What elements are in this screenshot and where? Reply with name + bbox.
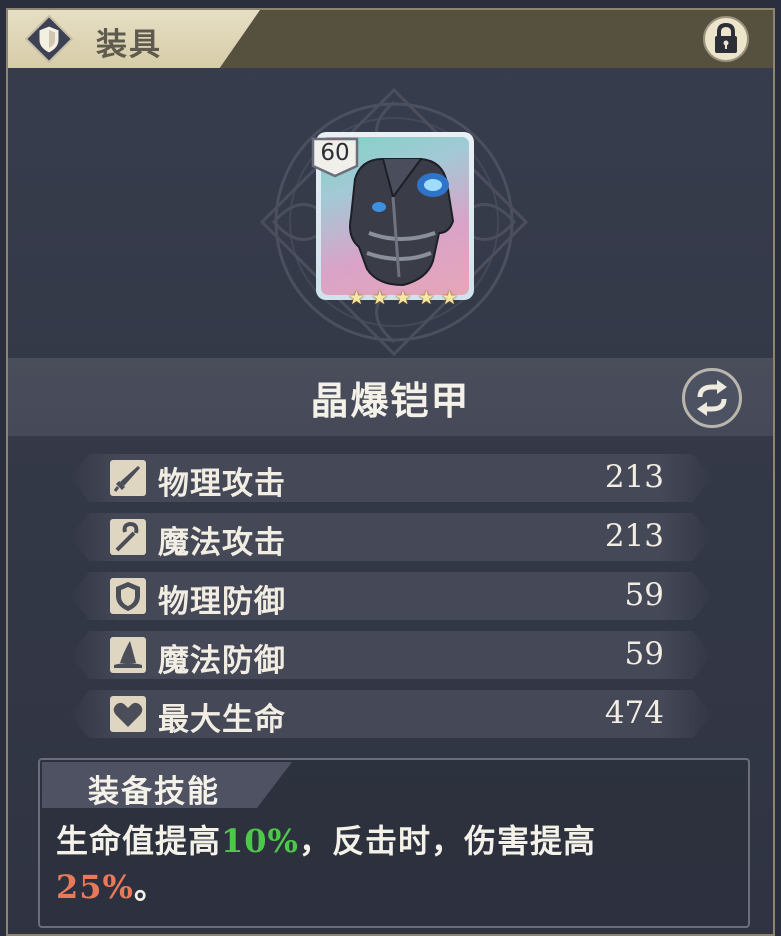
lock-button[interactable] xyxy=(703,16,749,62)
stat-value: 474 xyxy=(604,695,664,731)
stat-label: 魔法攻击 xyxy=(158,525,286,561)
stat-label: 最大生命 xyxy=(158,702,286,738)
stat-value: 59 xyxy=(624,636,664,672)
star-icon: ★ xyxy=(417,287,435,309)
swap-arrows-icon xyxy=(697,380,727,416)
shield-icon xyxy=(24,14,74,64)
staff-icon xyxy=(110,519,146,555)
star-icon: ★ xyxy=(394,287,412,309)
wizard-hat-icon xyxy=(110,637,146,673)
stat-row-magic-attack: 魔法攻击 213 xyxy=(70,513,712,561)
shield-icon xyxy=(110,578,146,614)
equipment-panel: 装具 60 ★ ★ ★ ★ ★ 晶爆铠甲 物理攻击 213 魔法攻击 213 物… xyxy=(6,8,775,936)
skill-damage-bonus: 25% xyxy=(56,868,134,906)
skill-title: 装备技能 xyxy=(88,774,220,810)
lock-icon xyxy=(715,22,737,53)
skill-description: 生命值提高10%，反击时，伤害提高 25%。 xyxy=(56,818,736,910)
stat-label: 物理攻击 xyxy=(158,466,286,502)
skill-desc-text: 生命值提高 xyxy=(56,822,222,860)
item-name: 晶爆铠甲 xyxy=(310,378,471,423)
item-name-bar: 晶爆铠甲 xyxy=(8,358,773,436)
star-icon: ★ xyxy=(348,287,366,309)
stat-row-physical-defense: 物理防御 59 xyxy=(70,572,712,620)
stat-label: 物理防御 xyxy=(158,584,286,620)
stat-value: 213 xyxy=(604,459,664,495)
star-rating: ★ ★ ★ ★ ★ xyxy=(348,287,458,309)
heart-icon xyxy=(110,696,146,732)
stat-value: 59 xyxy=(624,577,664,613)
stat-label: 魔法防御 xyxy=(158,643,286,679)
page-title: 装具 xyxy=(96,27,162,63)
stat-row-magic-defense: 魔法防御 59 xyxy=(70,631,712,679)
stat-value: 213 xyxy=(604,518,664,554)
sword-icon xyxy=(110,460,146,496)
panel-header: 装具 xyxy=(8,10,773,68)
star-icon: ★ xyxy=(440,287,458,309)
skill-desc-text: 。 xyxy=(133,868,167,906)
skill-desc-text: ，反击时，伤害提高 xyxy=(298,822,596,860)
skill-hp-bonus: 10% xyxy=(221,822,299,860)
skill-tab: 装备技能 xyxy=(42,762,292,808)
star-icon: ★ xyxy=(371,287,389,309)
swap-equipment-button[interactable] xyxy=(682,368,742,428)
stat-row-physical-attack: 物理攻击 213 xyxy=(70,454,712,502)
item-level: 60 xyxy=(320,140,350,166)
stat-row-max-hp: 最大生命 474 xyxy=(70,690,712,738)
equipment-skill-box: 装备技能 生命值提高10%，反击时，伤害提高 25%。 xyxy=(38,758,750,928)
